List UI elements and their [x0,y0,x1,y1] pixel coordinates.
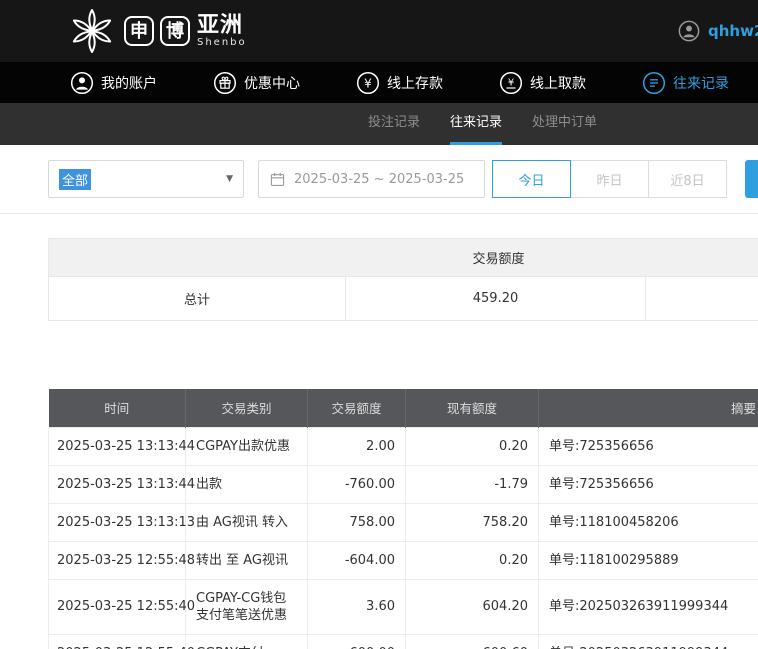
transaction-cell: 2025-03-25 13:13:44 [48,426,195,466]
transaction-cell: 2.00 [307,426,406,466]
summary-header-row: 交易额度 [48,238,758,277]
tab-bet-records[interactable]: 投注记录 [368,103,420,145]
nav-item-label: 我的账户 [101,75,157,92]
summary-empty-cell [645,276,758,321]
nav-item-deposit[interactable]: ¥ 线上存款 [356,71,443,95]
transaction-cell: 2025-03-25 13:13:44 [48,464,195,504]
nav-item-transactions[interactable]: 往来记录 [642,71,729,95]
brand-char-2: 博 [160,16,190,46]
brand-logo[interactable]: 申 博 亚洲 Shenbo [66,7,247,55]
transaction-cell: 单号:202503263911999344 [538,578,758,635]
tab-pending-orders[interactable]: 处理中订单 [532,103,597,145]
username[interactable]: qhhw2 [708,22,758,40]
col-header-type: 交易类别 [185,389,308,427]
page: 申 博 亚洲 Shenbo qhhw2 我的账户 [0,0,758,649]
gift-icon [213,71,237,94]
brand-region-cn: 亚洲 [197,12,244,38]
top-header: 申 博 亚洲 Shenbo qhhw2 [0,0,758,62]
transaction-row: 2025-03-25 12:55:40CGPAY支付600.00600.60单号… [48,633,758,649]
brand-region: 亚洲 Shenbo [197,12,247,48]
transaction-cell: 604.20 [405,578,539,635]
col-header-balance: 现有额度 [405,389,539,427]
nav-item-label: 线上存款 [387,75,443,92]
date-range-value: 2025-03-25 ~ 2025-03-25 [294,171,465,187]
transaction-row: 2025-03-25 13:13:44 CGPAY出款优惠 2.00 0.20 单号:7… [48,426,758,466]
calendar-icon [270,172,285,186]
summary-total-row: 总计 459.20 [48,276,758,321]
nav-item-label: 往来记录 [673,75,729,92]
sub-nav: 投注记录 往来记录 处理中订单 [0,103,758,145]
col-header-time: 时间 [48,389,186,427]
transaction-cell: 单号:725356656 [538,426,758,466]
filter-bar: 全部 ▼ 2025-03-25 ~ 2025-03-25 今日 昨日 近8日 [48,160,758,198]
nav-item-withdraw[interactable]: ¥ 线上取款 [499,71,586,95]
transaction-cell: 758.00 [307,502,406,542]
records-icon [642,71,666,94]
user-avatar-icon [678,20,700,42]
brand-char-1: 申 [124,16,154,46]
transaction-row: 2025-03-25 13:13:13 由 AG视讯 转入 758.00 758.20… [48,502,758,542]
transaction-cell: 出款 [185,464,308,504]
transaction-cell: 单号:118100458206 [538,502,758,542]
type-select[interactable]: 全部 ▼ [48,160,244,198]
svg-text:¥: ¥ [508,77,514,88]
transaction-cell: 2025-03-25 12:55:48 [48,540,195,580]
nav-item-my-account[interactable]: 我的账户 [70,71,157,95]
lotus-logo-icon [72,9,112,53]
user-icon [70,71,94,94]
transaction-row: 2025-03-25 12:55:48 转出 至 AG视讯 -604.00 0.20 单… [48,540,758,580]
transactions-body: 2025-03-25 13:13:44 CGPAY出款优惠 2.00 0.20 单号:7… [48,426,758,649]
summary-header: 交易额度 [48,238,758,277]
transaction-cell: 3.60 [307,578,406,635]
summary-total-value: 459.20 [345,276,646,321]
chevron-down-icon: ▼ [226,174,233,184]
transaction-cell: -760.00 [307,464,406,504]
last-8-days-button[interactable]: 近8日 [648,160,727,198]
transaction-cell: 单号:118100295889 [538,540,758,580]
transaction-cell: 由 AG视讯 转入 [185,502,308,542]
transaction-cell: 0.20 [405,540,539,580]
transaction-cell: 600.00 [307,633,406,649]
withdraw-icon: ¥ [499,71,523,94]
transaction-cell: 0.20 [405,426,539,466]
divider [0,213,758,214]
nav-item-label: 优惠中心 [244,75,300,92]
today-button[interactable]: 今日 [492,160,571,198]
user-account[interactable]: qhhw2 [678,0,758,62]
nav-item-label: 线上取款 [530,75,586,92]
transaction-cell: 2025-03-25 12:55:40 [48,578,195,635]
nav-item-promotions[interactable]: 优惠中心 [213,71,300,95]
svg-text:¥: ¥ [364,76,372,90]
quick-date-buttons: 今日 昨日 近8日 [492,160,727,198]
deposit-icon: ¥ [356,71,380,94]
brand-region-en: Shenbo [197,36,247,48]
search-button[interactable] [745,160,758,198]
col-header-amount: 交易额度 [307,389,406,427]
yesterday-button[interactable]: 昨日 [570,160,649,198]
transaction-cell: 2025-03-25 12:55:40 [48,633,195,649]
transaction-cell: 转出 至 AG视讯 [185,540,308,580]
transaction-cell: -604.00 [307,540,406,580]
transaction-cell: 600.60 [405,633,539,649]
transaction-cell: 单号:202503263911999344 [538,633,758,649]
transaction-cell: -1.79 [405,464,539,504]
transaction-cell: 758.20 [405,502,539,542]
type-select-value: 全部 [59,168,92,190]
date-range-input[interactable]: 2025-03-25 ~ 2025-03-25 [258,160,485,198]
transaction-cell: CGPAY-CG钱包支付笔笔送优惠 [185,578,308,635]
tab-transaction-records[interactable]: 往来记录 [450,103,503,145]
transactions-header-row: 时间 交易类别 交易额度 现有额度 摘要 [48,389,758,427]
transaction-row: 2025-03-25 12:55:40 CGPAY-CG钱包支付笔笔送优惠 3.60… [48,578,758,635]
summary-total-label: 总计 [48,276,346,321]
summary-table: 交易额度 总计 459.20 [48,238,758,321]
transaction-cell: 2025-03-25 13:13:13 [48,502,195,542]
main-nav: 我的账户 优惠中心 ¥ 线上存款 ¥ 线上取款 往来记录 [0,62,758,103]
transaction-cell: CGPAY出款优惠 [185,426,308,466]
transactions-table: 时间 交易类别 交易额度 现有额度 摘要 2025-03-25 13:13:44… [48,389,758,649]
transaction-row: 2025-03-25 13:13:44 出款 -760.00 -1.79 单号:7253… [48,464,758,504]
transaction-cell: CGPAY支付 [185,633,308,649]
transaction-cell: 单号:725356656 [538,464,758,504]
col-header-summary: 摘要 [538,389,758,427]
